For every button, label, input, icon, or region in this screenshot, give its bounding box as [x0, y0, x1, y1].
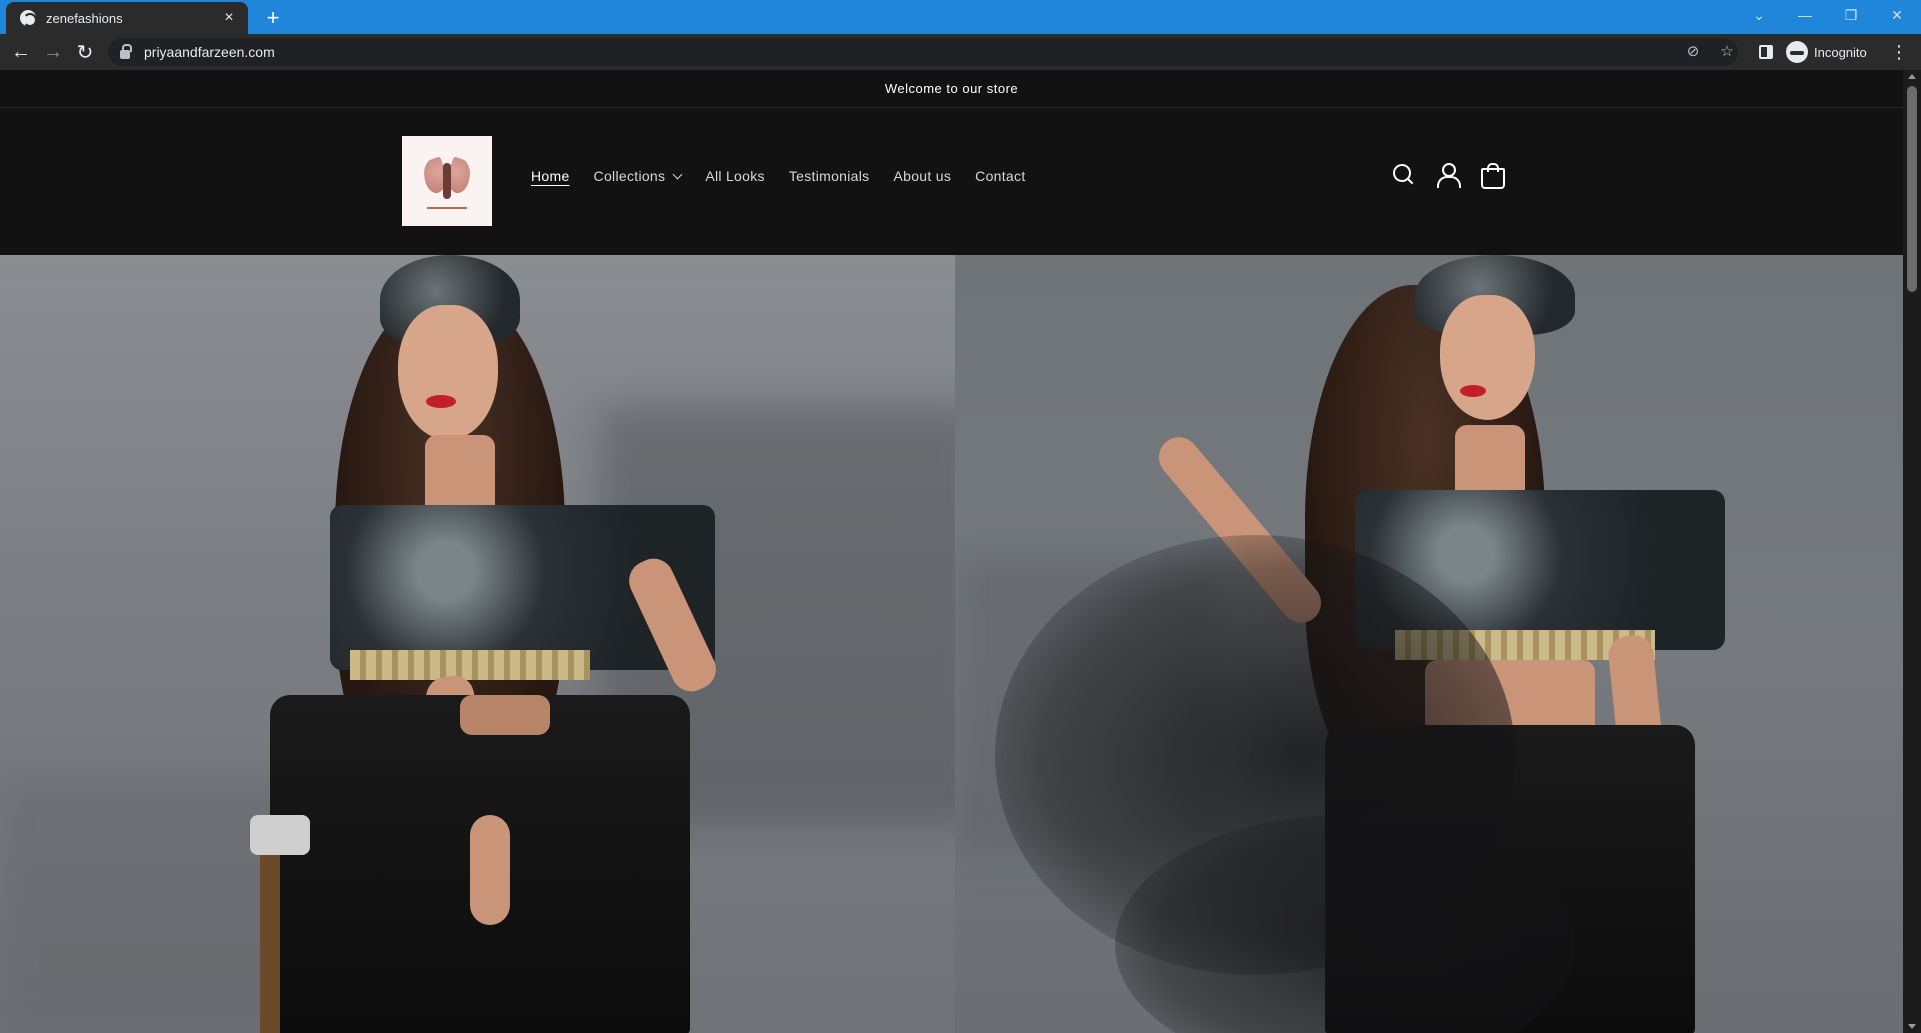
header-icons [1390, 161, 1505, 189]
stool-leg [260, 855, 280, 1033]
forward-button[interactable]: → [40, 40, 66, 64]
web-page: Welcome to our store Home Collections Al… [0, 70, 1903, 1033]
reload-button[interactable]: ↻ [72, 40, 98, 64]
page-scrollbar[interactable] [1903, 70, 1921, 1033]
browser-toolbar: ← → ↻ priyaandfarzeen.com ⊘ ☆ Incognito … [0, 34, 1921, 70]
lock-icon [120, 43, 132, 59]
announcement-bar: Welcome to our store [0, 70, 1903, 108]
browser-tab-strip: zenefashions × + ⌄ — ❐ ✕ [0, 0, 1921, 34]
scrollbar-thumb[interactable] [1907, 86, 1917, 292]
tab-search-icon[interactable]: ⌄ [1737, 0, 1781, 30]
browser-tab[interactable]: zenefashions × [6, 2, 248, 34]
eye-off-icon[interactable]: ⊘ [1684, 42, 1702, 60]
store-logo[interactable] [402, 136, 492, 226]
tab-title: zenefashions [46, 10, 123, 26]
announcement-text: Welcome to our store [884, 81, 1019, 96]
stool-seat [250, 815, 310, 855]
scroll-up-arrow-icon[interactable] [1908, 74, 1916, 79]
account-icon[interactable] [1434, 161, 1461, 188]
restore-button[interactable]: ❐ [1829, 0, 1873, 30]
nav-all-looks[interactable]: All Looks [705, 168, 765, 184]
hero-image-left [0, 255, 955, 1033]
new-tab-button[interactable]: + [260, 5, 286, 31]
nav-collections[interactable]: Collections [594, 168, 683, 184]
browser-menu-button[interactable]: ⋮ [1890, 42, 1908, 63]
nav-home[interactable]: Home [531, 168, 570, 184]
side-panel-icon[interactable] [1759, 45, 1773, 59]
cart-icon[interactable] [1478, 161, 1505, 189]
nav-contact[interactable]: Contact [975, 168, 1025, 184]
hero-banner [0, 255, 1903, 1033]
incognito-icon [1786, 41, 1808, 63]
globe-icon [20, 10, 37, 27]
angel-logo-icon [419, 153, 475, 203]
incognito-profile[interactable]: Incognito [1786, 39, 1867, 65]
logo-caption-line [427, 207, 467, 209]
nav-testimonials[interactable]: Testimonials [789, 168, 870, 184]
chevron-down-icon [672, 169, 683, 179]
minimize-button[interactable]: — [1783, 0, 1827, 30]
tab-close-button[interactable]: × [220, 9, 238, 27]
address-bar[interactable]: priyaandfarzeen.com [108, 38, 1738, 66]
search-icon[interactable] [1390, 161, 1416, 187]
hero-image-right [955, 255, 1903, 1033]
close-window-button[interactable]: ✕ [1875, 0, 1919, 30]
main-nav: Home Collections All Looks Testimonials … [531, 168, 1026, 184]
star-icon[interactable]: ☆ [1718, 42, 1736, 60]
scroll-down-arrow-icon[interactable] [1908, 1024, 1916, 1029]
site-header: Home Collections All Looks Testimonials … [0, 108, 1903, 255]
profile-label: Incognito [1814, 44, 1867, 60]
nav-about-us[interactable]: About us [893, 168, 951, 184]
address-bar-url[interactable]: priyaandfarzeen.com [144, 44, 275, 60]
back-button[interactable]: ← [8, 40, 34, 64]
